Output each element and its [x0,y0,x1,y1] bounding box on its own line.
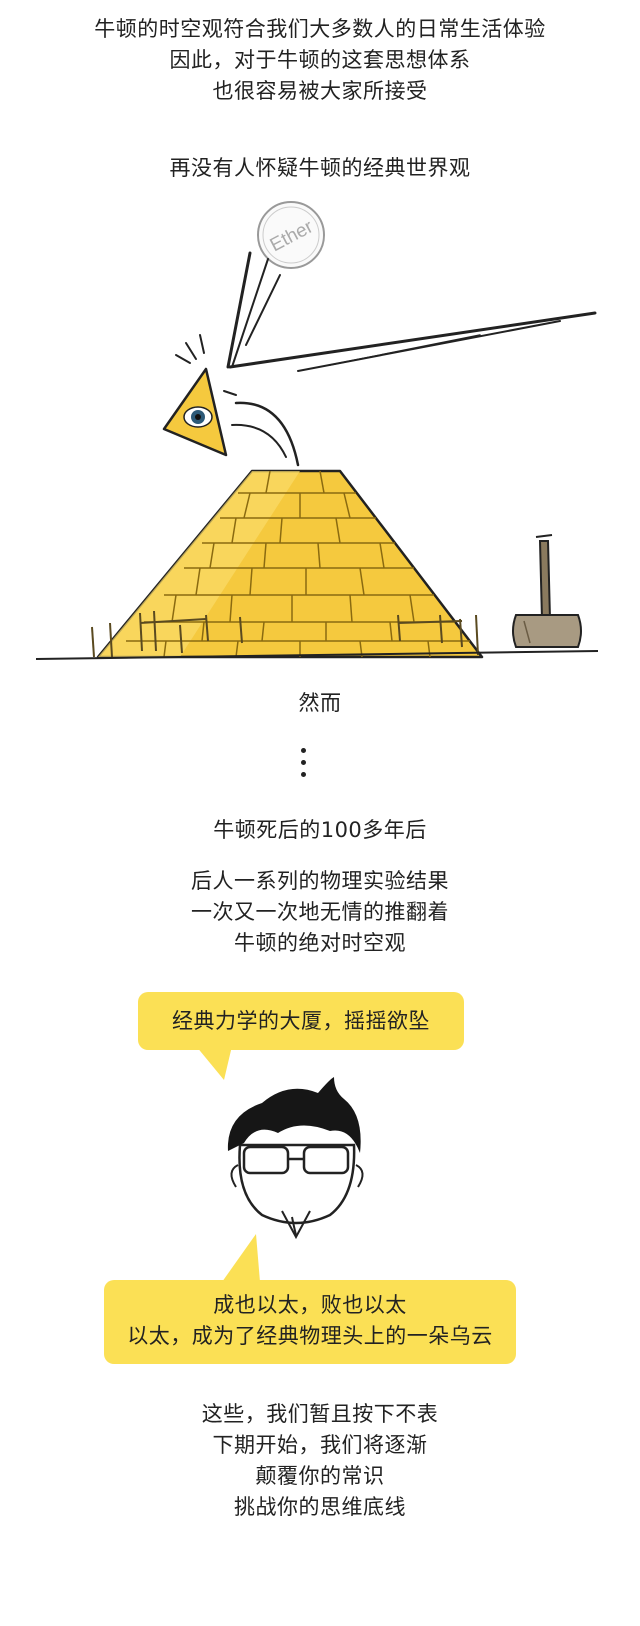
speech-bubble-bottom: 成也以太，败也以太 以太，成为了经典物理头上的一朵乌云 [104,1280,516,1364]
closing-line-4: 挑战你的思维底线 [234,1495,406,1519]
pyramid-ether-illustration: Ether [35,201,599,660]
century-later-line: 牛顿死后的100多年后 [213,818,427,842]
intro-line-2: 因此，对于牛顿的这套思想体系 [169,48,471,72]
however-paragraph: 然而 [0,688,640,719]
century-later-paragraph: 牛顿死后的100多年后 [0,815,640,846]
experiments-line-1: 后人一系列的物理实验结果 [191,869,449,893]
intro-paragraph: 牛顿的时空观符合我们大多数人的日常生活体验 因此，对于牛顿的这套思想体系 也很容… [0,14,640,107]
character-avatar [227,1077,364,1240]
ellipsis-dot [301,760,306,765]
closing-line-1: 这些，我们暂且按下不表 [201,1402,439,1426]
speech-bubble-top: 经典力学的大厦，摇摇欲坠 [138,992,464,1050]
bubble-top-text: 经典力学的大厦，摇摇欲坠 [172,1009,430,1033]
bubble-bottom-line-1: 成也以太，败也以太 [213,1293,407,1317]
however-line: 然而 [298,691,342,715]
closing-line-2: 下期开始，我们将逐渐 [212,1433,428,1457]
pyramid [91,469,484,659]
closing-paragraph: 这些，我们暂且按下不表 下期开始，我们将逐渐 颠覆你的常识 挑战你的思维底线 [0,1399,640,1523]
experiments-paragraph: 后人一系列的物理实验结果 一次又一次地无情的推翻着 牛顿的绝对时空观 [0,866,640,959]
no-doubt-paragraph: 再没有人怀疑牛顿的经典世界观 [0,153,640,184]
experiments-line-2: 一次又一次地无情的推翻着 [191,900,449,924]
ellipsis-dot [301,748,306,753]
motion-lines [175,251,597,467]
speech-bubble-bottom-tail [222,1234,260,1282]
experiments-line-3: 牛顿的绝对时空观 [234,931,406,955]
intro-line-3: 也很容易被大家所接受 [212,79,428,103]
hammer-icon [512,534,582,648]
eye-triangle [162,367,228,457]
intro-line-1: 牛顿的时空观符合我们大多数人的日常生活体验 [94,17,546,41]
no-doubt-line: 再没有人怀疑牛顿的经典世界观 [169,156,471,180]
ellipsis-dot [301,772,306,777]
bubble-bottom-line-2: 以太，成为了经典物理头上的一朵乌云 [127,1324,493,1348]
closing-line-3: 颠覆你的常识 [255,1464,385,1488]
